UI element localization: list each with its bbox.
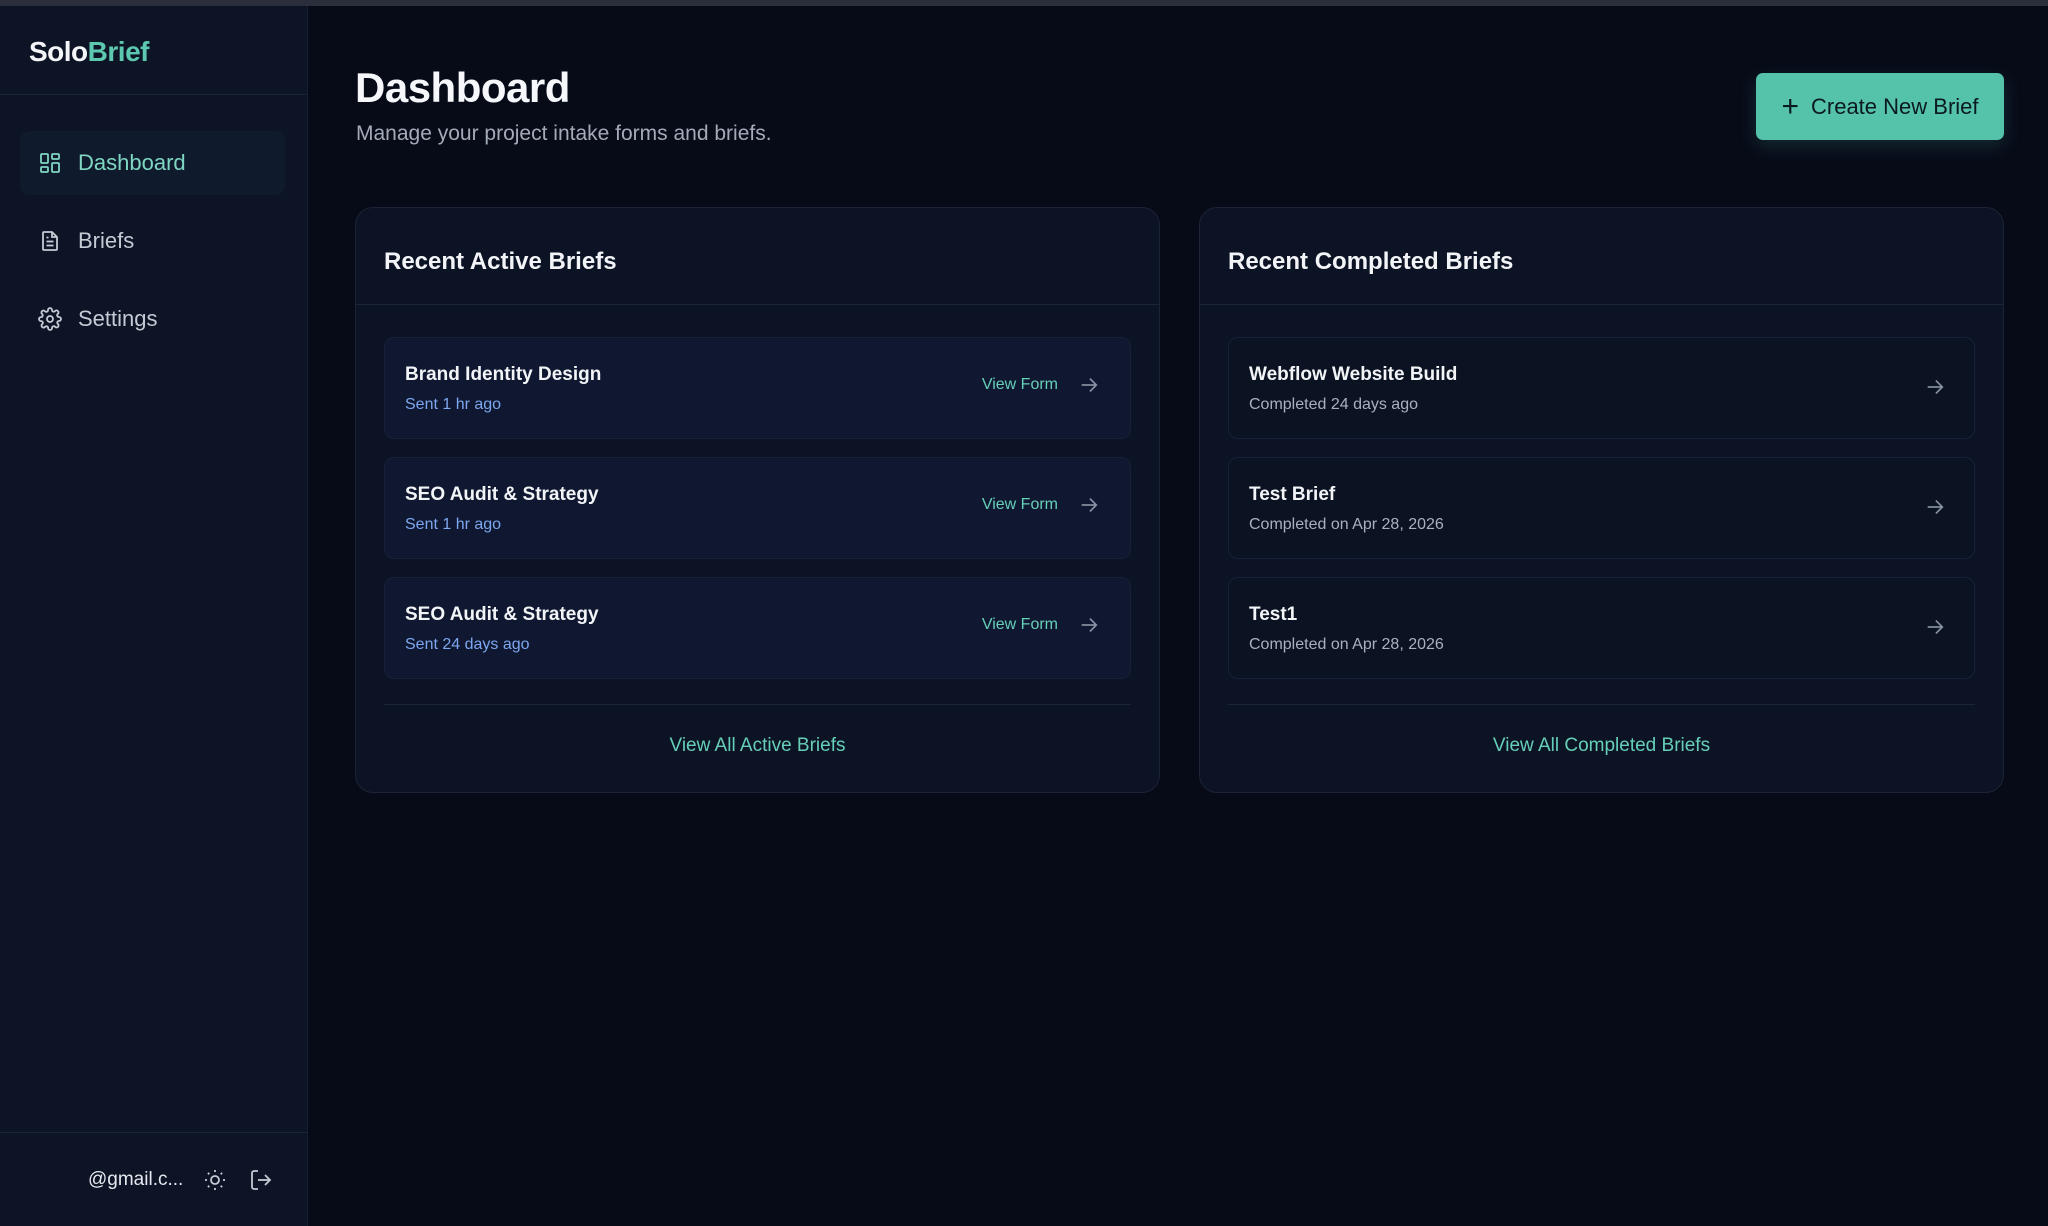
page-title: Dashboard [355, 64, 570, 111]
sidebar-item-label: Briefs [78, 228, 135, 253]
brief-status: Completed 24 days ago [1249, 396, 1418, 413]
dashboard-icon [40, 153, 60, 173]
app-logo[interactable]: SoloBrief [0, 6, 307, 95]
recent-completed-briefs-card: Recent Completed Briefs Webflow Website … [1199, 207, 2004, 793]
card-title: Recent Completed Briefs [1200, 208, 2003, 305]
active-brief-row[interactable]: SEO Audit & Strategy Sent 1 hr ago View … [384, 457, 1131, 559]
brief-title: SEO Audit & Strategy [405, 484, 599, 505]
completed-brief-row[interactable]: Test Brief Completed on Apr 28, 2026 [1228, 457, 1975, 559]
gear-icon [38, 307, 62, 331]
view-all-completed-briefs-link[interactable]: View All Completed Briefs [1200, 735, 2003, 757]
sidebar-item-label: Dashboard [78, 150, 186, 175]
recent-active-briefs-card: Recent Active Briefs Brand Identity Desi… [355, 207, 1160, 793]
theme-toggle-button[interactable] [200, 1165, 230, 1195]
card-divider [384, 704, 1131, 705]
brief-title: Brand Identity Design [405, 364, 602, 385]
plus-icon: + [1781, 89, 1799, 123]
sidebar-item-settings[interactable]: Settings [20, 287, 285, 351]
brief-status: Completed on Apr 28, 2026 [1249, 636, 1444, 653]
arrow-right-icon[interactable] [1924, 496, 1946, 518]
arrow-right-icon[interactable] [1924, 376, 1946, 398]
arrow-right-icon [1081, 497, 1098, 513]
document-icon [42, 231, 58, 251]
brief-status: Sent 24 days ago [405, 636, 530, 653]
arrow-right-icon [1081, 377, 1098, 393]
brief-title: Test1 [1249, 604, 1298, 625]
brief-status: Sent 1 hr ago [405, 516, 502, 533]
view-form-link[interactable]: View Form [982, 494, 1100, 516]
arrow-right-icon[interactable] [1924, 616, 1946, 638]
sidebar-item-briefs[interactable]: Briefs [20, 209, 285, 273]
create-button-label: Create New Brief [1811, 93, 1979, 119]
main-content: Dashboard Manage your project intake for… [308, 6, 2048, 1226]
brief-status: Completed on Apr 28, 2026 [1249, 516, 1444, 533]
logo-solo: Solo [29, 36, 88, 67]
page-subtitle: Manage your project intake forms and bri… [356, 122, 772, 145]
user-email: @gmail.c... [88, 1168, 184, 1190]
view-all-active-briefs-link[interactable]: View All Active Briefs [356, 735, 1159, 757]
view-form-label: View Form [981, 616, 1058, 633]
arrow-right-icon [1081, 617, 1098, 633]
view-form-link[interactable]: View Form [982, 374, 1100, 396]
logout-icon [251, 1169, 272, 1190]
brief-title: Webflow Website Build [1249, 364, 1458, 385]
completed-brief-row[interactable]: Test1 Completed on Apr 28, 2026 [1228, 577, 1975, 679]
view-form-label: View Form [981, 496, 1058, 513]
completed-brief-row[interactable]: Webflow Website Build Completed 24 days … [1228, 337, 1975, 439]
view-form-link[interactable]: View Form [982, 614, 1100, 636]
view-form-label: View Form [981, 376, 1058, 393]
sidebar: SoloBrief Dashboard Briefs Settings @gma [0, 6, 308, 1226]
sidebar-footer: @gmail.c... [0, 1132, 307, 1226]
logout-button[interactable] [246, 1165, 276, 1195]
active-brief-row[interactable]: SEO Audit & Strategy Sent 24 days ago Vi… [384, 577, 1131, 679]
brief-title: Test Brief [1249, 484, 1336, 505]
create-new-brief-button[interactable]: + Create New Brief [1756, 73, 2004, 140]
brief-title: SEO Audit & Strategy [405, 604, 599, 625]
sidebar-item-label: Settings [78, 306, 158, 331]
sun-icon [205, 1169, 225, 1190]
card-title: Recent Active Briefs [356, 208, 1159, 305]
card-divider [1228, 704, 1975, 705]
logo-brief: Brief [87, 36, 150, 67]
brief-status: Sent 1 hr ago [405, 396, 502, 413]
sidebar-item-dashboard[interactable]: Dashboard [20, 131, 285, 195]
sidebar-nav: Dashboard Briefs Settings [0, 95, 307, 351]
active-brief-row[interactable]: Brand Identity Design Sent 1 hr ago View… [384, 337, 1131, 439]
